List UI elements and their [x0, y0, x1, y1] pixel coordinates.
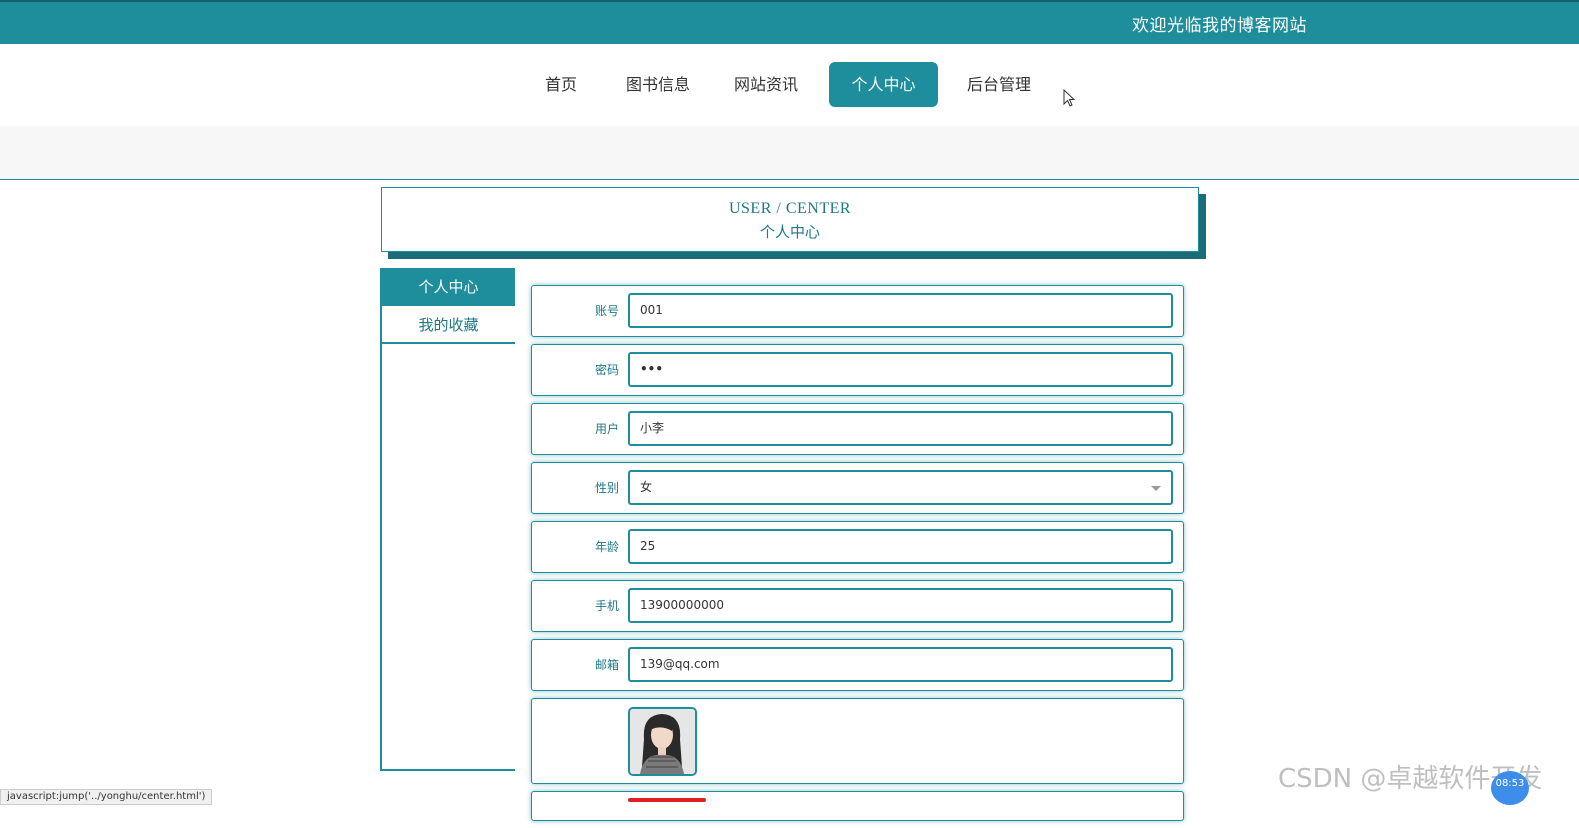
password-label: 密码	[594, 363, 619, 377]
sidebar: 个人中心 我的收藏	[380, 268, 515, 771]
email-label: 邮箱	[594, 658, 619, 672]
page-title-cn: 个人中心	[759, 223, 820, 241]
red-button-partial[interactable]	[628, 798, 706, 802]
gender-value: 女	[640, 480, 653, 494]
nav-home[interactable]: 首页	[542, 62, 580, 107]
form-row-account: 账号 001	[531, 285, 1184, 337]
page-title-box: USER / CENTER 个人中心	[381, 187, 1199, 252]
chevron-down-icon	[1151, 486, 1161, 491]
nav-user-center[interactable]: 个人中心	[829, 62, 938, 107]
header-band	[0, 126, 1579, 180]
avatar-photo	[630, 709, 695, 774]
form-row-email: 邮箱 139@qq.com	[531, 639, 1184, 691]
account-label: 账号	[594, 304, 619, 318]
password-input[interactable]: •••	[628, 352, 1173, 387]
sidebar-item-user-center[interactable]: 个人中心	[382, 268, 515, 306]
top-bar: 欢迎光临我的博客网站	[0, 0, 1579, 44]
time-badge: 08:53	[1491, 771, 1529, 805]
form-row-password: 密码 •••	[531, 344, 1184, 396]
welcome-text: 欢迎光临我的博客网站	[1132, 16, 1307, 36]
user-label: 用户	[594, 422, 619, 436]
email-input[interactable]: 139@qq.com	[628, 647, 1173, 682]
user-input[interactable]: 小李	[628, 411, 1173, 446]
age-label: 年龄	[594, 540, 619, 554]
mouse-cursor-icon	[1063, 89, 1075, 107]
form-row-age: 年龄 25	[531, 521, 1184, 573]
phone-label: 手机	[594, 599, 619, 613]
profile-form: 账号 001 密码 ••• 用户 小李 性别 女 年龄 25 手机 139000…	[531, 285, 1184, 828]
nav-news[interactable]: 网站资讯	[730, 62, 802, 107]
form-row-gender: 性别 女	[531, 462, 1184, 514]
gender-select[interactable]: 女	[628, 470, 1173, 505]
status-bar-url: javascript:jump('../yonghu/center.html')	[0, 789, 213, 805]
phone-input[interactable]: 13900000000	[628, 588, 1173, 623]
form-row-user: 用户 小李	[531, 403, 1184, 455]
main-nav: 首页 图书信息 网站资讯 个人中心 后台管理	[0, 44, 1579, 126]
sidebar-item-favorites[interactable]: 我的收藏	[382, 306, 515, 344]
nav-books[interactable]: 图书信息	[623, 62, 693, 107]
gender-label: 性别	[594, 481, 619, 495]
form-row-phone: 手机 13900000000	[531, 580, 1184, 632]
form-row-avatar	[531, 698, 1184, 784]
age-input[interactable]: 25	[628, 529, 1173, 564]
account-input[interactable]: 001	[628, 293, 1173, 328]
form-row-next	[531, 791, 1184, 821]
nav-admin[interactable]: 后台管理	[963, 62, 1035, 107]
page-title-en: USER / CENTER	[728, 200, 852, 217]
avatar-image[interactable]	[628, 707, 697, 776]
